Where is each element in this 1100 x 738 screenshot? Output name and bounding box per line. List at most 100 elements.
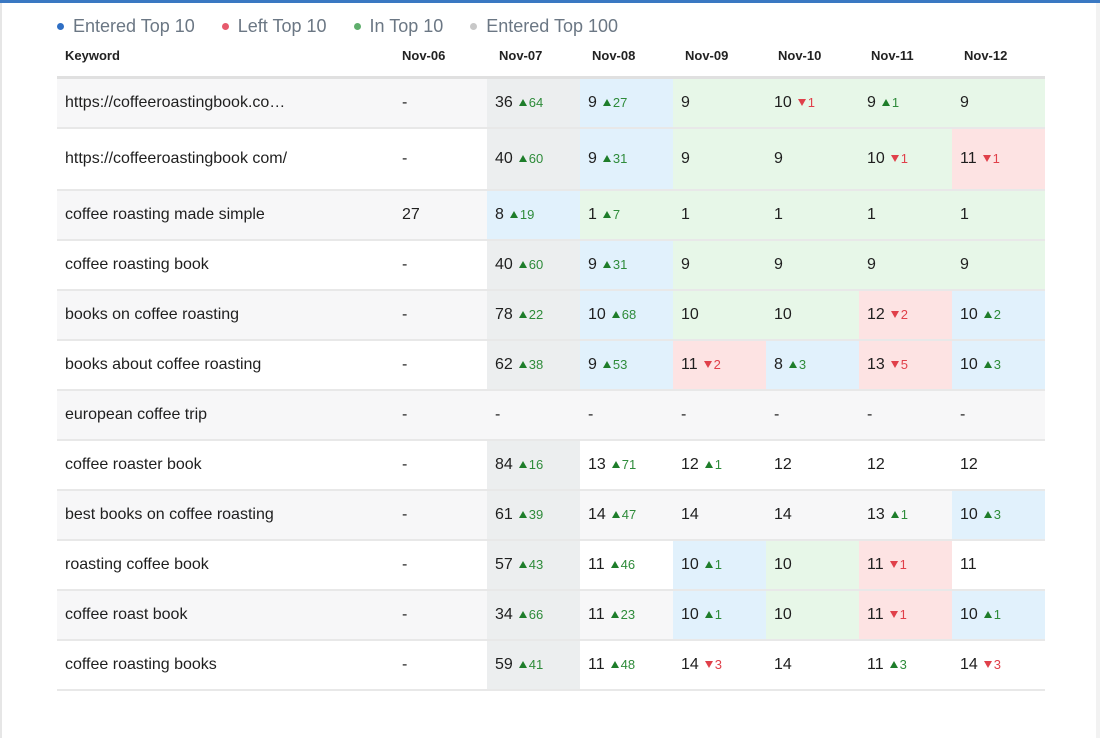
table-row[interactable]: coffee roast book -34 66 11 23 10 1 10 11 1 10 1 bbox=[57, 589, 1045, 640]
rank-value: - bbox=[402, 305, 408, 323]
legend-label: In Top 10 bbox=[369, 15, 444, 36]
rank-change: 1 bbox=[704, 557, 722, 572]
rank-change-value: 43 bbox=[528, 556, 544, 572]
keyword-cell[interactable]: https://coffeeroastingbook.co… bbox=[57, 77, 390, 128]
arrow-up-icon bbox=[602, 154, 611, 162]
table-row[interactable]: books about coffee roasting -62 38 9 53 11 2 8 3… bbox=[57, 339, 1045, 390]
rank-change: 3 bbox=[788, 356, 807, 372]
keyword-cell[interactable]: books on coffee roasting bbox=[57, 289, 390, 340]
table-row[interactable]: roasting coffee book -57 43 11 46 10 1 10 11 1 11 bbox=[57, 539, 1045, 590]
table-row[interactable]: https://coffeeroastingbook com/-40 60 9 31 9… bbox=[57, 127, 1045, 190]
keyword-cell[interactable]: roasting coffee book bbox=[57, 539, 390, 590]
column-header-date[interactable]: Nov-09 bbox=[673, 40, 766, 79]
rank-cell: 12 bbox=[952, 439, 1045, 490]
legend-item[interactable]: Entered Top 100 bbox=[470, 16, 618, 37]
rank-cell: 1 bbox=[952, 189, 1045, 240]
rank-change: 2 bbox=[703, 357, 721, 372]
keyword-cell[interactable]: coffee roasting book bbox=[57, 239, 390, 290]
rank-cell: 1 bbox=[859, 189, 952, 240]
keyword-cell[interactable]: best books on coffee roasting bbox=[57, 489, 390, 540]
rank-value: 13 bbox=[867, 505, 885, 523]
legend-dot-icon bbox=[221, 22, 229, 30]
rank-cell: - bbox=[859, 389, 952, 440]
rank-change: 31 bbox=[602, 151, 627, 166]
rank-cell: 9 bbox=[766, 239, 859, 290]
table-row[interactable]: european coffee trip - - - - - - - bbox=[57, 389, 1045, 440]
keyword-cell[interactable]: coffee roaster book bbox=[57, 439, 390, 490]
rank-value: - bbox=[402, 355, 408, 373]
rank-value: 34 bbox=[495, 605, 513, 623]
rank-change: 1 bbox=[797, 95, 815, 110]
table-row[interactable]: books on coffee roasting -78 22 10 68 10 10 12 2… bbox=[57, 289, 1045, 340]
keyword-cell[interactable]: books about coffee roasting bbox=[57, 339, 390, 390]
rank-change-value: 3 bbox=[993, 656, 1002, 672]
keyword-cell[interactable]: https://coffeeroastingbook com/ bbox=[57, 127, 390, 190]
rank-change: 53 bbox=[602, 356, 628, 372]
rank-value: 10 bbox=[774, 93, 792, 111]
keyword-text: coffee roaster book bbox=[65, 456, 202, 473]
column-header-date[interactable]: Nov-11 bbox=[859, 40, 952, 79]
table-row[interactable]: best books on coffee roasting -61 39 14 47 14… bbox=[57, 489, 1045, 540]
table-row[interactable]: coffee roasting book - 40 60 9 31 9 9 9 9 bbox=[57, 239, 1045, 290]
rank-cell: 11 3 bbox=[859, 639, 952, 690]
rank-cell: 9 bbox=[952, 239, 1045, 290]
rank-change-value: 2 bbox=[900, 306, 909, 322]
keyword-cell[interactable]: coffee roasting books bbox=[57, 639, 390, 690]
arrow-down-icon bbox=[889, 560, 898, 568]
rank-change: 1 bbox=[881, 94, 900, 110]
rank-change: 31 bbox=[602, 257, 627, 272]
arrow-up-icon bbox=[983, 360, 992, 368]
column-header-date[interactable]: Nov-07 bbox=[487, 40, 580, 79]
legend-dot-icon bbox=[470, 22, 478, 30]
rank-cell: - bbox=[390, 239, 487, 290]
rank-cell: - bbox=[390, 77, 487, 128]
rank-change: 38 bbox=[518, 357, 543, 372]
table-row[interactable]: coffee roaster book - 84 16 13 71 12 1 12 12 12 bbox=[57, 439, 1045, 490]
rank-cell: 9 31 bbox=[580, 239, 673, 290]
rank-cell: 14 bbox=[766, 489, 859, 540]
rank-change: 66 bbox=[518, 607, 543, 622]
keyword-text: coffee roasting books bbox=[65, 656, 217, 673]
column-header-date[interactable]: Nov-06 bbox=[390, 40, 487, 79]
legend-item[interactable]: Entered Top 10 bbox=[57, 16, 195, 37]
column-header-date[interactable]: Nov-10 bbox=[766, 40, 859, 79]
rank-cell: 10 1 bbox=[673, 589, 766, 640]
column-header-keyword[interactable]: Keyword bbox=[57, 40, 390, 79]
rank-cell: 14 3 bbox=[673, 639, 766, 690]
legend-item[interactable]: Left Top 10 bbox=[221, 16, 327, 37]
keyword-text: coffee roast book bbox=[65, 606, 188, 623]
table-row[interactable]: coffee roasting books -59 41 11 48 14 3 14 11 3 14… bbox=[57, 639, 1045, 690]
rank-change-value: 1 bbox=[891, 94, 900, 110]
rank-cell: 11 bbox=[952, 539, 1045, 590]
rank-value: - bbox=[495, 405, 501, 423]
rank-cell: 1 bbox=[673, 189, 766, 240]
rank-change-value: 3 bbox=[899, 656, 907, 672]
table-row[interactable]: coffee roasting made simple 27 8 19 1 7 1 1 1 1 bbox=[57, 189, 1045, 240]
legend-item[interactable]: In Top 10 bbox=[353, 15, 444, 37]
column-header-date[interactable]: Nov-12 bbox=[952, 40, 1045, 79]
rank-change-value: 3 bbox=[798, 356, 807, 372]
arrow-down-icon bbox=[704, 660, 713, 668]
column-header-date[interactable]: Nov-08 bbox=[580, 40, 673, 79]
rank-cell: 10 1 bbox=[673, 539, 766, 590]
rank-change-value: 53 bbox=[612, 356, 628, 372]
keyword-cell[interactable]: coffee roast book bbox=[57, 589, 390, 640]
arrow-up-icon bbox=[518, 460, 527, 468]
rank-change: 1 bbox=[983, 606, 1002, 622]
rank-cell: 1 bbox=[766, 189, 859, 240]
rank-value: - bbox=[867, 405, 873, 423]
rank-change-value: 1 bbox=[993, 606, 1002, 622]
rank-value: 11 bbox=[867, 605, 884, 623]
rank-change: 3 bbox=[889, 656, 907, 672]
keyword-cell[interactable]: coffee roasting made simple bbox=[57, 189, 390, 240]
rank-change: 1 bbox=[704, 607, 722, 622]
arrow-down-icon bbox=[703, 360, 712, 368]
rank-change-value: 5 bbox=[900, 356, 909, 372]
table-row[interactable]: https://coffeeroastingbook.co… -36 64 9 27 9 1… bbox=[57, 77, 1045, 128]
rank-cell: 14 3 bbox=[952, 639, 1045, 690]
rank-change-value: 1 bbox=[992, 150, 1000, 166]
keyword-cell[interactable]: european coffee trip bbox=[57, 389, 390, 440]
rank-change: 39 bbox=[518, 507, 543, 522]
rank-value: 14 bbox=[774, 655, 792, 673]
rank-cell: - bbox=[487, 389, 580, 440]
